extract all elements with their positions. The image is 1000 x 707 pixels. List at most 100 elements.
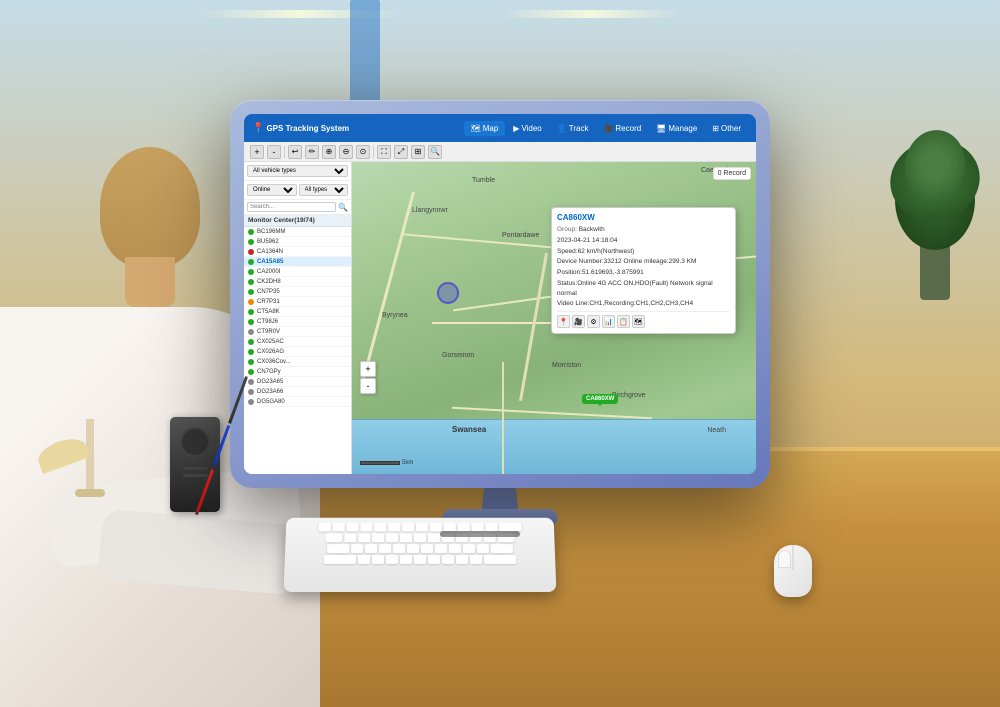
tab-map[interactable]: 🗺 Map <box>464 121 506 136</box>
type-filter[interactable]: All types <box>299 184 349 196</box>
track-icon: 👤 <box>557 124 567 133</box>
list-item[interactable]: CX026AG <box>244 347 351 357</box>
list-item[interactable]: CX036Cov... <box>244 357 351 367</box>
popup-action-5[interactable]: 📋 <box>617 315 630 328</box>
zoom-in-btn[interactable]: + <box>250 145 264 159</box>
key <box>477 544 489 553</box>
status-dot-gray <box>248 399 254 405</box>
grid-btn[interactable]: ⛶ <box>377 145 391 159</box>
key <box>379 544 391 553</box>
key <box>344 533 356 542</box>
key-row-4 <box>290 555 551 564</box>
vehicle-list[interactable]: BC196MM BU5962 CA1364N CA15A85 <box>244 227 351 474</box>
popup-speed: Speed:62 km/h(Northwest) <box>557 247 730 257</box>
key <box>456 555 468 564</box>
undo-btn[interactable]: ↩ <box>288 145 302 159</box>
map-zoom-out[interactable]: - <box>360 378 376 394</box>
label-pontardawe: Pontardawe <box>502 232 539 239</box>
status-dot-green <box>248 239 254 245</box>
status-dot-orange <box>248 299 254 305</box>
status-filter[interactable]: Online <box>247 184 297 196</box>
popup-title: CA860XW <box>557 213 730 222</box>
key <box>463 544 475 553</box>
popup-group: Group: Backwith <box>557 225 730 235</box>
road-7 <box>502 362 504 474</box>
key <box>393 544 405 553</box>
popup-video: Video Line:CH1,Recording:CH1,CH2,CH3,CH4 <box>557 299 730 309</box>
list-item[interactable]: DG5GA80 <box>244 397 351 407</box>
keyboard[interactable] <box>284 518 557 592</box>
list-item[interactable]: CT98J6 <box>244 317 351 327</box>
nav-tabs: 🗺 Map ▶ Video 👤 Track 🎥 Record 🖥 M <box>464 121 748 136</box>
popup-action-2[interactable]: 🎥 <box>572 315 585 328</box>
status-dot-green <box>248 309 254 315</box>
layout-btn[interactable]: ⊞ <box>411 145 425 159</box>
key <box>372 533 384 542</box>
popup-action-4[interactable]: 📊 <box>602 315 615 328</box>
status-dot-gray <box>248 329 254 335</box>
list-item[interactable]: DG23A65 <box>244 377 351 387</box>
list-item-selected[interactable]: CA15A85 <box>244 257 351 267</box>
label-gorseinon: Gorseinon <box>442 352 474 359</box>
key <box>414 533 426 542</box>
label-swansea: Swansea <box>452 425 486 434</box>
list-item[interactable]: CA1364N <box>244 247 351 257</box>
list-item[interactable]: CN7P35 <box>244 287 351 297</box>
monitor-body: 📍 GPS Tracking System 🗺 Map ▶ Video 👤 Tr… <box>230 100 770 488</box>
expand-btn[interactable]: ⤢ <box>394 145 408 159</box>
list-item[interactable]: BC196MM <box>244 227 351 237</box>
tab-track[interactable]: 👤 Track <box>550 121 596 136</box>
list-item[interactable]: CR7P31 <box>244 297 351 307</box>
key-shift-r <box>484 555 516 564</box>
vehicle-map-marker[interactable]: CA860XW <box>582 394 618 404</box>
search-map-btn[interactable]: 🔍 <box>428 145 442 159</box>
tab-video[interactable]: ▶ Video <box>506 121 548 136</box>
status-filter-row: Online All types <box>244 181 351 200</box>
draw-btn[interactable]: ✏ <box>305 145 319 159</box>
list-item[interactable]: CN7GPy <box>244 367 351 377</box>
key-enter-2 <box>491 544 513 553</box>
key <box>470 555 482 564</box>
key-row-3 <box>290 544 550 553</box>
status-dot-green <box>248 289 254 295</box>
list-item[interactable]: BU5962 <box>244 237 351 247</box>
label-tumble: Tumble <box>472 177 495 184</box>
monitor-screen: 📍 GPS Tracking System 🗺 Map ▶ Video 👤 Tr… <box>244 114 756 474</box>
plant-right <box>890 80 980 300</box>
list-item[interactable]: CT5A8K <box>244 307 351 317</box>
map-zoom-in[interactable]: + <box>360 361 376 377</box>
list-item[interactable]: CK2DH8 <box>244 277 351 287</box>
tab-manage[interactable]: 🖥 Manage <box>649 121 704 136</box>
popup-action-3[interactable]: ⚙ <box>587 315 600 328</box>
vehicle-search-input[interactable] <box>247 202 336 212</box>
tab-other[interactable]: ⊞ Other <box>705 121 748 136</box>
key <box>428 533 440 542</box>
list-item[interactable]: CA2000I <box>244 267 351 277</box>
tab-record[interactable]: 🎥 Record <box>596 121 648 136</box>
key <box>428 555 440 564</box>
list-item[interactable]: CT9R0V <box>244 327 351 337</box>
map-area[interactable]: Tumble Llangynnwr Pontardawe Byrynea Gor… <box>352 162 756 474</box>
remove-btn[interactable]: ⊖ <box>339 145 353 159</box>
vehicle-type-filter[interactable]: All vehicle types <box>247 165 348 177</box>
circle-btn[interactable]: ⊙ <box>356 145 370 159</box>
add-btn[interactable]: ⊕ <box>322 145 336 159</box>
zoom-out-btn[interactable]: - <box>267 145 281 159</box>
key <box>365 544 377 553</box>
list-item[interactable]: DG23A66 <box>244 387 351 397</box>
key <box>407 544 419 553</box>
map-circle-marker <box>437 282 459 304</box>
mouse[interactable] <box>774 545 812 597</box>
marker-arrow <box>597 403 603 409</box>
key <box>414 555 426 564</box>
key <box>346 523 358 532</box>
key-tab <box>325 533 342 542</box>
popup-actions: 📍 🎥 ⚙ 📊 📋 🗺 <box>557 311 730 328</box>
status-dot-green <box>248 359 254 365</box>
map-scale: 5km <box>360 460 413 466</box>
popup-action-6[interactable]: 🗺 <box>632 315 645 328</box>
key <box>421 544 433 553</box>
search-icon[interactable]: 🔍 <box>338 203 348 212</box>
popup-action-1[interactable]: 📍 <box>557 315 570 328</box>
list-item[interactable]: CX025AC <box>244 337 351 347</box>
